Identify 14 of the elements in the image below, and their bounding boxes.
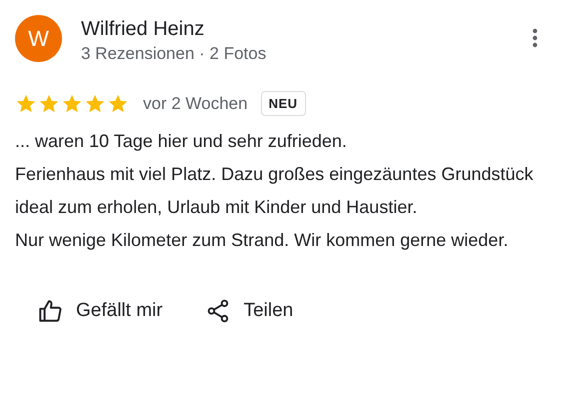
star-icon	[38, 92, 60, 114]
star-icon	[61, 92, 83, 114]
like-button[interactable]: Gefällt mir	[35, 294, 165, 328]
more-options-icon[interactable]	[532, 28, 538, 48]
new-badge: NEU	[260, 91, 306, 116]
star-icon	[15, 92, 37, 114]
author-name[interactable]: Wilfried Heinz	[81, 16, 513, 42]
star-icon	[84, 92, 106, 114]
thumbs-up-icon	[37, 298, 63, 324]
review-text: ... waren 10 Tage hier und sehr zufrieden. Ferienhaus mit viel Platz. Dazu großes eingezäuntes Grundstück ideal zum erholen, Urlaub mit Kinder und Haustier. Nur wenige Kilometer zum Strand. Wir kommen gerne wieder.	[15, 130, 534, 252]
author-meta: 3 Rezensionen · 2 Fotos	[81, 43, 268, 65]
star-icon	[107, 92, 129, 114]
share-button[interactable]: Teilen	[202, 294, 296, 328]
review-date: vor 2 Wochen	[143, 94, 248, 114]
